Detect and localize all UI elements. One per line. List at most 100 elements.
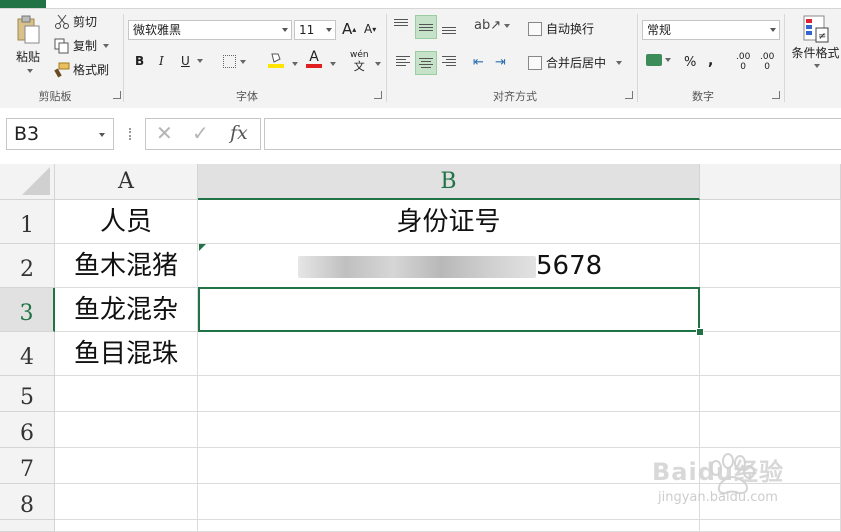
cell-c4[interactable] bbox=[700, 332, 841, 376]
decrease-indent-button[interactable]: ⇤ bbox=[473, 55, 484, 70]
formula-input[interactable] bbox=[264, 118, 841, 150]
font-color-dropdown-icon[interactable] bbox=[330, 62, 336, 66]
copy-button[interactable]: 复制 bbox=[54, 37, 110, 54]
cell-c3[interactable] bbox=[700, 288, 841, 332]
caret-down-icon: ▾ bbox=[372, 24, 377, 34]
number-format-select[interactable]: 常规 bbox=[642, 20, 780, 40]
align-right-button[interactable] bbox=[442, 55, 456, 67]
phonetic-button[interactable]: wén 文 bbox=[350, 50, 369, 72]
comma-style-button[interactable]: , bbox=[708, 53, 713, 69]
cell-c1[interactable] bbox=[700, 200, 841, 244]
alignment-launcher-icon[interactable] bbox=[625, 91, 633, 99]
accounting-format-button[interactable] bbox=[646, 54, 671, 66]
cell-a9[interactable] bbox=[55, 520, 198, 532]
cut-button[interactable]: 剪切 bbox=[54, 13, 97, 30]
cell-a5[interactable] bbox=[55, 376, 198, 412]
grow-font-label: A bbox=[342, 20, 353, 38]
borders-button[interactable] bbox=[223, 55, 246, 68]
fill-color-dropdown-icon[interactable] bbox=[292, 62, 298, 66]
orientation-button[interactable]: ab↗ bbox=[474, 18, 511, 33]
cell-b9[interactable] bbox=[198, 520, 700, 532]
clipboard-launcher-icon[interactable] bbox=[113, 91, 121, 99]
percent-button[interactable]: % bbox=[684, 55, 696, 70]
column-header-b[interactable]: B bbox=[198, 164, 700, 200]
id-number-visible-suffix: 5678 bbox=[536, 251, 603, 281]
format-painter-icon bbox=[54, 62, 70, 78]
cell-b4[interactable] bbox=[198, 332, 700, 376]
wrap-text-label: 自动换行 bbox=[546, 22, 595, 36]
font-name-value: 微软雅黑 bbox=[133, 23, 182, 37]
bold-button[interactable]: B bbox=[135, 54, 144, 68]
align-left-button[interactable] bbox=[396, 55, 410, 67]
group-divider bbox=[123, 14, 124, 102]
underline-button[interactable]: U bbox=[181, 54, 203, 68]
row-header-7[interactable]: 7 bbox=[0, 448, 55, 484]
row-header-9[interactable] bbox=[0, 520, 55, 532]
cell-a1[interactable]: 人员 bbox=[55, 200, 198, 244]
italic-button[interactable]: I bbox=[159, 54, 164, 68]
cell-b8[interactable] bbox=[198, 484, 700, 520]
cell-b5[interactable] bbox=[198, 376, 700, 412]
select-all-button[interactable] bbox=[0, 164, 55, 200]
row-header-8[interactable]: 8 bbox=[0, 484, 55, 520]
column-header-c[interactable] bbox=[700, 164, 841, 200]
phonetic-bottom-label: 文 bbox=[353, 60, 365, 73]
shrink-font-button[interactable]: A ▾ bbox=[364, 22, 376, 36]
column-header-a[interactable]: A bbox=[55, 164, 198, 200]
percent-label: % bbox=[684, 55, 697, 70]
cell-a6[interactable] bbox=[55, 412, 198, 448]
cell-b7[interactable] bbox=[198, 448, 700, 484]
font-size-select[interactable]: 11 bbox=[294, 20, 336, 40]
file-tab[interactable] bbox=[0, 0, 46, 8]
fill-color-button[interactable] bbox=[268, 52, 284, 68]
cell-a2[interactable]: 鱼木混猪 bbox=[55, 244, 198, 288]
cell-c2[interactable] bbox=[700, 244, 841, 288]
align-middle-button[interactable] bbox=[415, 15, 437, 39]
phonetic-dropdown-icon[interactable] bbox=[375, 62, 381, 66]
cell-b1[interactable]: 身份证号 bbox=[198, 200, 700, 244]
wrap-text-button[interactable]: 自动换行 bbox=[528, 20, 594, 37]
align-bottom-button[interactable] bbox=[442, 22, 456, 34]
font-launcher-icon[interactable] bbox=[374, 91, 382, 99]
cell-c5[interactable] bbox=[700, 376, 841, 412]
insert-function-button[interactable]: fx bbox=[230, 122, 248, 144]
format-painter-button[interactable]: 格式刷 bbox=[54, 61, 109, 78]
cell-c9[interactable] bbox=[700, 520, 841, 532]
enter-icon[interactable]: ✓ bbox=[192, 121, 209, 145]
number-launcher-icon[interactable] bbox=[772, 91, 780, 99]
cancel-icon[interactable]: ✕ bbox=[156, 121, 173, 145]
font-color-button[interactable]: A bbox=[306, 50, 322, 68]
increase-indent-button[interactable]: ⇥ bbox=[495, 55, 506, 70]
increase-decimal-button[interactable]: .00 0 bbox=[736, 52, 750, 72]
cell-a3[interactable]: 鱼龙混杂 bbox=[55, 288, 198, 332]
row-header-1[interactable]: 1 bbox=[0, 200, 55, 244]
font-group-label: 字体 bbox=[236, 90, 258, 103]
cell-b2[interactable]: 5678 bbox=[198, 244, 700, 288]
decrease-decimal-button[interactable]: .00 0 bbox=[760, 52, 774, 72]
chevron-down-icon bbox=[326, 28, 332, 32]
name-box[interactable]: B3 bbox=[6, 118, 114, 150]
cell-a7[interactable] bbox=[55, 448, 198, 484]
fill-handle[interactable] bbox=[696, 328, 704, 336]
grow-font-button[interactable]: A ▴ bbox=[342, 20, 356, 38]
align-center-button[interactable] bbox=[415, 51, 437, 75]
row-header-6[interactable]: 6 bbox=[0, 412, 55, 448]
align-top-button[interactable] bbox=[394, 18, 408, 30]
row-header-2[interactable]: 2 bbox=[0, 244, 55, 288]
cell-b3[interactable] bbox=[198, 288, 700, 332]
merge-center-icon bbox=[528, 55, 542, 70]
cell-b6[interactable] bbox=[198, 412, 700, 448]
cell-c6[interactable] bbox=[700, 412, 841, 448]
paste-icon bbox=[15, 14, 41, 44]
cell-a8[interactable] bbox=[55, 484, 198, 520]
font-name-select[interactable]: 微软雅黑 bbox=[128, 20, 292, 40]
conditional-format-button[interactable]: ≠ 条件格式 bbox=[790, 14, 841, 68]
formula-bar-grip-icon[interactable] bbox=[129, 128, 133, 140]
row-header-3[interactable]: 3 bbox=[0, 288, 55, 332]
row-header-4[interactable]: 4 bbox=[0, 332, 55, 376]
merge-center-button[interactable]: 合并后居中 bbox=[528, 54, 623, 71]
chevron-down-icon bbox=[99, 133, 105, 137]
paste-button[interactable]: 粘贴 bbox=[8, 14, 48, 80]
cell-a4[interactable]: 鱼目混珠 bbox=[55, 332, 198, 376]
row-header-5[interactable]: 5 bbox=[0, 376, 55, 412]
